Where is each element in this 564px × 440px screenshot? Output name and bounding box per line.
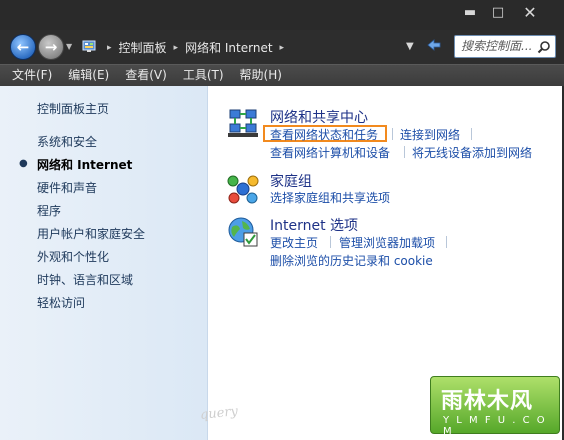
breadcrumb-separator-icon[interactable]: ▸: [107, 43, 112, 53]
logo-title: 雨林木风: [441, 389, 534, 414]
sidebar: 控制面板主页 系统和安全 ● 网络和 Internet 硬件和声音 程序 用户帐…: [0, 86, 208, 440]
sidebar-item-user-accounts[interactable]: 用户帐户和家庭安全: [37, 225, 145, 242]
link-add-wireless-device[interactable]: 将无线设备添加到网络: [412, 144, 532, 161]
menu-bar: 文件(F) 编辑(E) 查看(V) 工具(T) 帮助(H): [0, 64, 564, 86]
menu-help[interactable]: 帮助(H): [240, 65, 282, 86]
close-button[interactable]: ✕: [516, 2, 544, 24]
category-title-homegroup[interactable]: 家庭组: [270, 171, 312, 191]
back-button[interactable]: ←: [10, 34, 36, 60]
network-center-icon: [228, 109, 258, 137]
menu-edit[interactable]: 编辑(E): [68, 65, 109, 86]
homegroup-icon: [227, 175, 259, 204]
breadcrumb: ▸ 控制面板 ▸ 网络和 Internet ▸: [100, 39, 291, 56]
menu-tools[interactable]: 工具(T): [183, 65, 224, 86]
minimize-button[interactable]: ▬: [456, 2, 484, 24]
forward-button[interactable]: →: [38, 34, 64, 60]
link-manage-addons[interactable]: 管理浏览器加载项: [339, 234, 435, 251]
search-input[interactable]: [461, 39, 539, 53]
menu-view[interactable]: 查看(V): [125, 65, 167, 86]
back-arrow-icon: ←: [16, 38, 30, 56]
sidebar-item-programs[interactable]: 程序: [37, 202, 61, 219]
link-delete-browsing-history[interactable]: 删除浏览的历史记录和 cookie: [270, 252, 433, 269]
breadcrumb-network-internet[interactable]: 网络和 Internet: [185, 39, 272, 56]
address-dropdown-icon[interactable]: ▼: [406, 41, 414, 52]
sidebar-item-control-panel-home[interactable]: 控制面板主页: [37, 100, 109, 117]
address-bar-row: ← → ▼ ▸ 控制面板 ▸ 网络和 Internet ▸ ▼: [0, 30, 564, 64]
category-title-internet-options[interactable]: Internet 选项: [270, 215, 358, 235]
sidebar-item-clock-language[interactable]: 时钟、语言和区域: [37, 271, 133, 288]
breadcrumb-separator-icon[interactable]: ▸: [174, 43, 179, 53]
search-box[interactable]: [454, 35, 556, 58]
search-icon[interactable]: [537, 40, 551, 54]
control-panel-icon: [82, 40, 96, 52]
sidebar-item-system-security[interactable]: 系统和安全: [37, 133, 97, 150]
link-view-network-status[interactable]: 查看网络状态和任务: [270, 126, 378, 143]
link-connect-to-network[interactable]: 连接到网络: [400, 126, 460, 143]
maximize-button[interactable]: □: [484, 2, 512, 24]
site-logo-watermark: 雨林木风 Y L M F U . C O M: [430, 376, 560, 437]
sidebar-item-appearance[interactable]: 外观和个性化: [37, 248, 109, 265]
breadcrumb-control-panel[interactable]: 控制面板: [119, 39, 167, 56]
category-title-network-center[interactable]: 网络和共享中心: [270, 107, 368, 127]
breadcrumb-separator-icon[interactable]: ▸: [280, 43, 285, 53]
link-change-homepage[interactable]: 更改主页: [270, 234, 318, 251]
menu-file[interactable]: 文件(F): [12, 65, 52, 86]
refresh-icon[interactable]: [425, 37, 443, 55]
link-homegroup-sharing-options[interactable]: 选择家庭组和共享选项: [270, 189, 390, 206]
sidebar-item-network-internet[interactable]: 网络和 Internet: [37, 156, 132, 173]
link-separator: [404, 146, 405, 158]
active-bullet-icon: ●: [19, 158, 28, 169]
link-separator: [392, 128, 393, 140]
link-view-network-computers[interactable]: 查看网络计算机和设备: [270, 144, 390, 161]
sidebar-item-hardware-sound[interactable]: 硬件和声音: [37, 179, 97, 196]
recent-pages-dropdown[interactable]: ▼: [66, 42, 72, 51]
link-separator: [330, 236, 331, 248]
internet-options-icon: [228, 217, 258, 247]
logo-subtitle: Y L M F U . C O M: [443, 415, 547, 437]
link-separator: [446, 236, 447, 248]
sidebar-item-ease-of-access[interactable]: 轻松访问: [37, 294, 85, 311]
forward-arrow-icon: →: [44, 38, 58, 56]
link-separator: [471, 128, 472, 140]
title-bar: ▬ □ ✕: [0, 0, 564, 30]
